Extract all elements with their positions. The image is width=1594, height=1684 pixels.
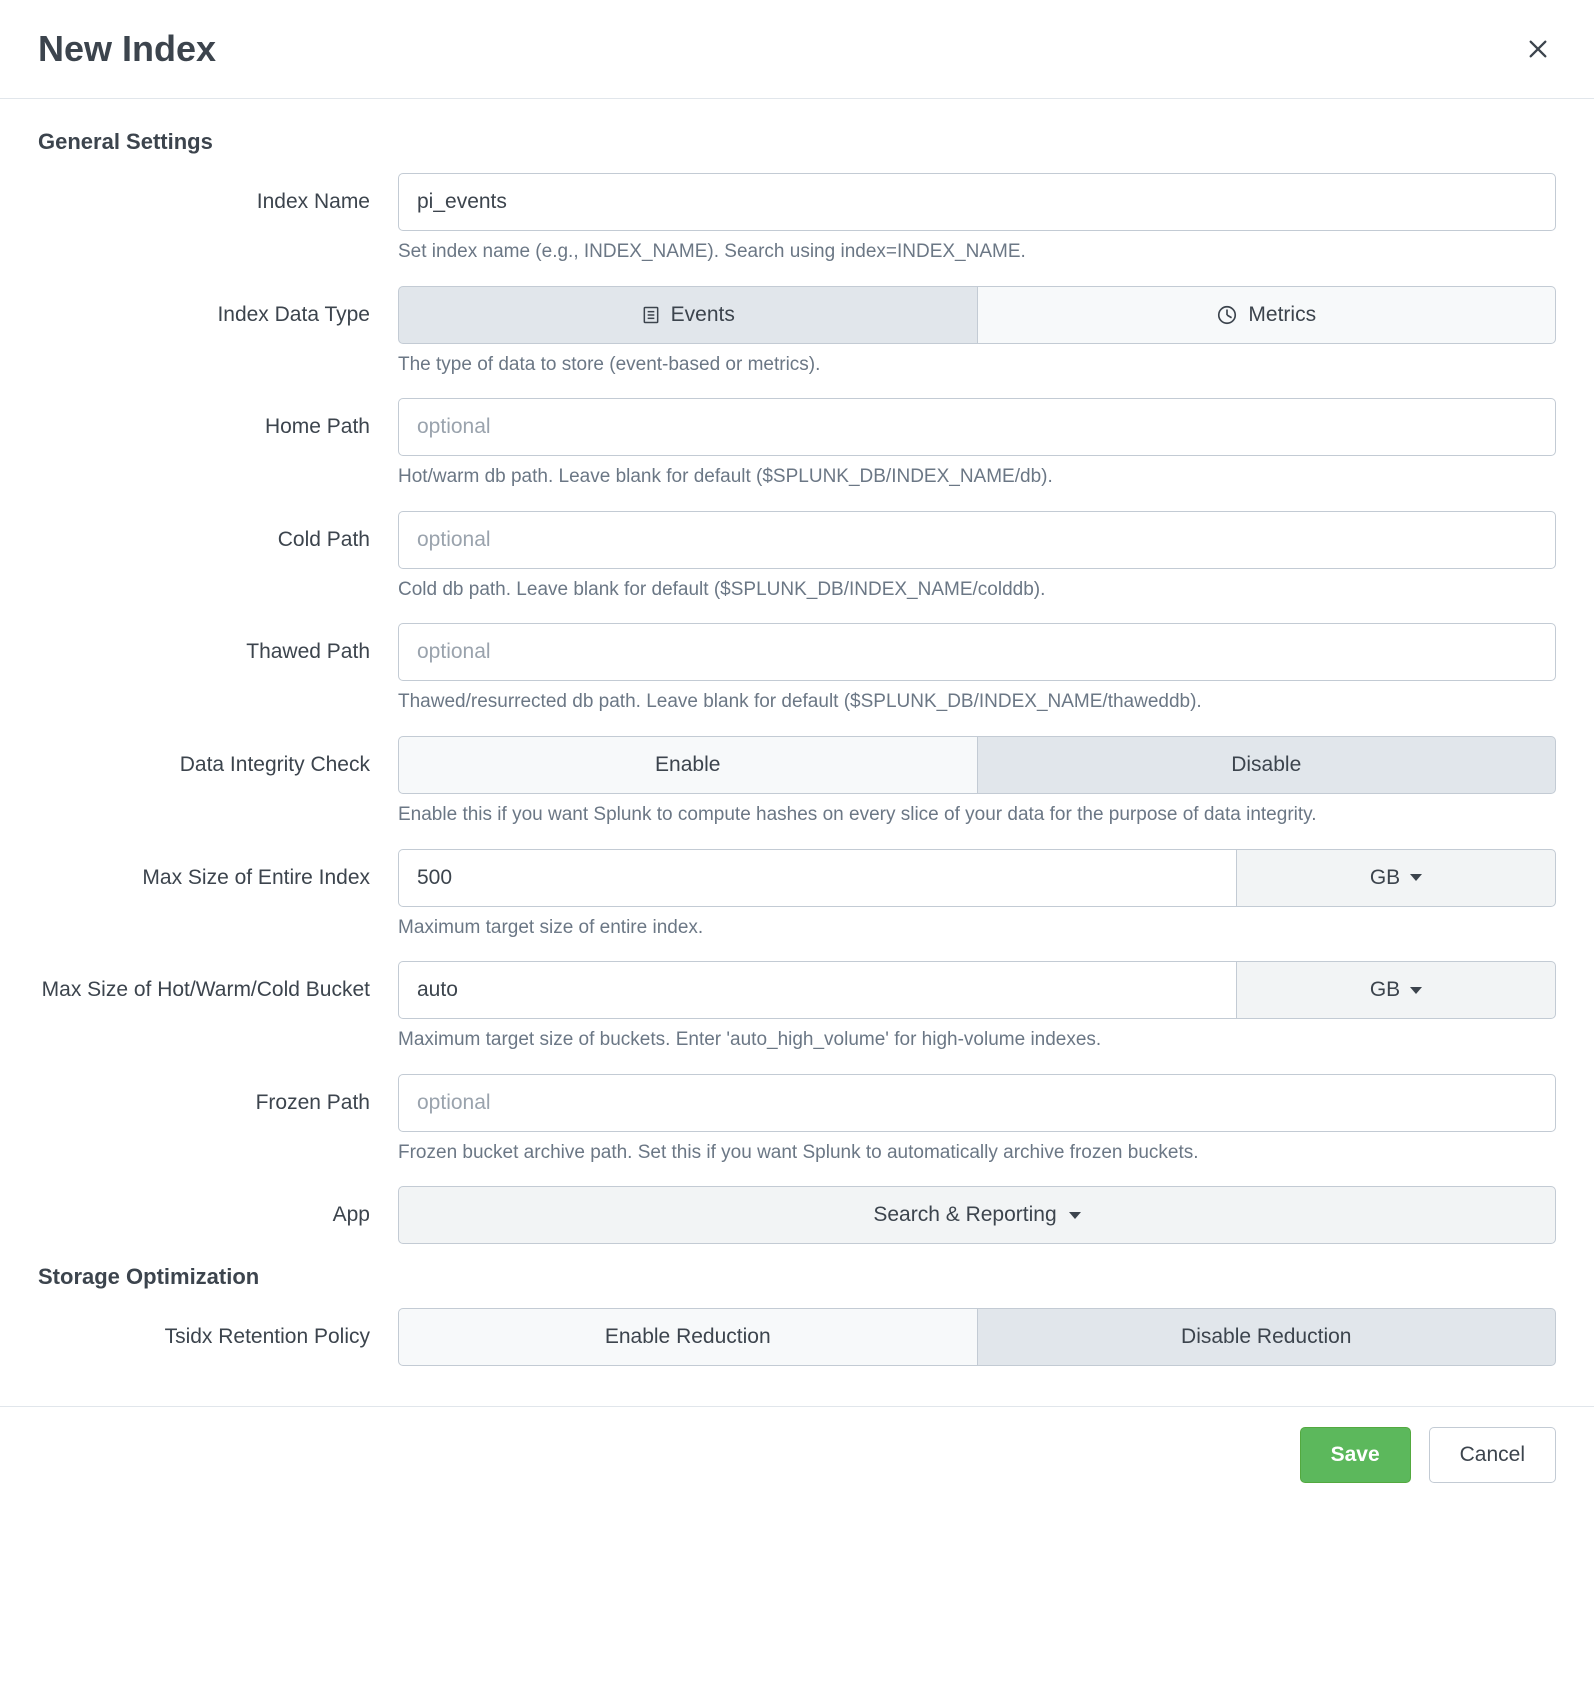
close-button[interactable]: [1520, 31, 1556, 67]
integrity-disable-label: Disable: [1231, 753, 1301, 777]
help-data-type: The type of data to store (event-based o…: [398, 352, 1556, 379]
help-max-size-bucket: Maximum target size of buckets. Enter 'a…: [398, 1027, 1556, 1054]
max-size-index-unit-label: GB: [1370, 866, 1400, 890]
section-storage-optimization: Storage Optimization: [38, 1264, 1556, 1290]
label-thawed-path: Thawed Path: [38, 623, 398, 666]
label-max-size-index: Max Size of Entire Index: [38, 849, 398, 892]
label-index-name: Index Name: [38, 173, 398, 216]
max-size-bucket-input[interactable]: [398, 961, 1236, 1019]
index-name-input[interactable]: [398, 173, 1556, 231]
integrity-enable-label: Enable: [655, 753, 720, 777]
thawed-path-input[interactable]: [398, 623, 1556, 681]
help-integrity: Enable this if you want Splunk to comput…: [398, 802, 1556, 829]
row-max-size-index: Max Size of Entire Index GB Maximum targ…: [38, 849, 1556, 942]
label-tsidx: Tsidx Retention Policy: [38, 1308, 398, 1351]
row-max-size-bucket: Max Size of Hot/Warm/Cold Bucket GB Maxi…: [38, 961, 1556, 1054]
close-icon: [1527, 38, 1549, 60]
label-frozen-path: Frozen Path: [38, 1074, 398, 1117]
tsidx-enable[interactable]: Enable Reduction: [398, 1308, 978, 1366]
modal-header: New Index: [0, 0, 1594, 99]
modal-title: New Index: [38, 28, 216, 70]
label-integrity: Data Integrity Check: [38, 736, 398, 779]
app-select-value: Search & Reporting: [873, 1203, 1056, 1227]
help-index-name: Set index name (e.g., INDEX_NAME). Searc…: [398, 239, 1556, 266]
label-cold-path: Cold Path: [38, 511, 398, 554]
integrity-enable[interactable]: Enable: [398, 736, 978, 794]
max-size-index-input[interactable]: [398, 849, 1236, 907]
help-max-size-index: Maximum target size of entire index.: [398, 915, 1556, 942]
data-type-events-label: Events: [671, 303, 735, 327]
new-index-modal: New Index General Settings Index Name Se…: [0, 0, 1594, 1551]
app-select[interactable]: Search & Reporting: [398, 1186, 1556, 1244]
label-app: App: [38, 1186, 398, 1229]
metrics-icon: [1216, 304, 1238, 326]
tsidx-enable-label: Enable Reduction: [605, 1325, 771, 1349]
row-frozen-path: Frozen Path Frozen bucket archive path. …: [38, 1074, 1556, 1167]
max-size-index-unit-select[interactable]: GB: [1236, 849, 1556, 907]
help-frozen-path: Frozen bucket archive path. Set this if …: [398, 1140, 1556, 1167]
section-general-settings: General Settings: [38, 129, 1556, 155]
max-size-bucket-unit-select[interactable]: GB: [1236, 961, 1556, 1019]
integrity-disable[interactable]: Disable: [978, 736, 1557, 794]
tsidx-toggle: Enable Reduction Disable Reduction: [398, 1308, 1556, 1366]
save-button[interactable]: Save: [1300, 1427, 1411, 1483]
caret-down-icon: [1069, 1212, 1081, 1219]
row-app: App Search & Reporting: [38, 1186, 1556, 1244]
label-data-type: Index Data Type: [38, 286, 398, 329]
row-home-path: Home Path Hot/warm db path. Leave blank …: [38, 398, 1556, 491]
events-icon: [641, 305, 661, 325]
home-path-input[interactable]: [398, 398, 1556, 456]
row-cold-path: Cold Path Cold db path. Leave blank for …: [38, 511, 1556, 604]
integrity-toggle: Enable Disable: [398, 736, 1556, 794]
help-home-path: Hot/warm db path. Leave blank for defaul…: [398, 464, 1556, 491]
tsidx-disable-label: Disable Reduction: [1181, 1325, 1351, 1349]
row-index-name: Index Name Set index name (e.g., INDEX_N…: [38, 173, 1556, 266]
caret-down-icon: [1410, 874, 1422, 881]
row-tsidx: Tsidx Retention Policy Enable Reduction …: [38, 1308, 1556, 1366]
cancel-button[interactable]: Cancel: [1429, 1427, 1556, 1483]
data-type-events[interactable]: Events: [398, 286, 978, 344]
data-type-toggle: Events Metrics: [398, 286, 1556, 344]
data-type-metrics-label: Metrics: [1248, 303, 1316, 327]
label-max-size-bucket: Max Size of Hot/Warm/Cold Bucket: [38, 961, 398, 1004]
label-home-path: Home Path: [38, 398, 398, 441]
row-integrity: Data Integrity Check Enable Disable Enab…: [38, 736, 1556, 829]
data-type-metrics[interactable]: Metrics: [978, 286, 1557, 344]
caret-down-icon: [1410, 987, 1422, 994]
modal-body: General Settings Index Name Set index na…: [0, 99, 1594, 1406]
tsidx-disable[interactable]: Disable Reduction: [978, 1308, 1557, 1366]
modal-footer: Save Cancel: [0, 1406, 1594, 1551]
row-thawed-path: Thawed Path Thawed/resurrected db path. …: [38, 623, 1556, 716]
help-thawed-path: Thawed/resurrected db path. Leave blank …: [398, 689, 1556, 716]
frozen-path-input[interactable]: [398, 1074, 1556, 1132]
row-data-type: Index Data Type Events Metrics: [38, 286, 1556, 379]
max-size-bucket-unit-label: GB: [1370, 978, 1400, 1002]
cold-path-input[interactable]: [398, 511, 1556, 569]
help-cold-path: Cold db path. Leave blank for default ($…: [398, 577, 1556, 604]
